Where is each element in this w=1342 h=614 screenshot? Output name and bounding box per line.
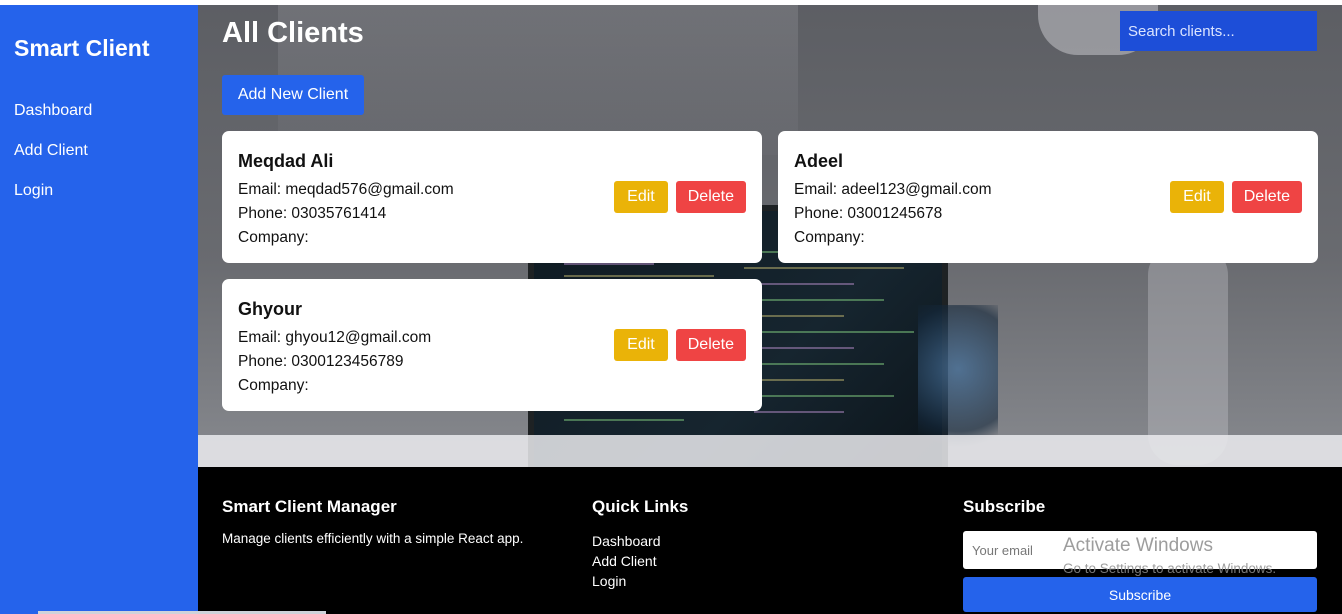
footer-link-dashboard[interactable]: Dashboard xyxy=(592,531,688,551)
footer-link-login[interactable]: Login xyxy=(592,571,688,591)
email-field[interactable] xyxy=(963,531,1317,569)
subscribe-button[interactable]: Subscribe xyxy=(963,577,1317,612)
page-title: All Clients xyxy=(222,17,364,49)
delete-button[interactable]: Delete xyxy=(1231,181,1302,213)
delete-button[interactable]: Delete xyxy=(675,329,746,361)
add-client-button[interactable]: Add New Client xyxy=(222,75,364,115)
client-name: Meqdad Ali xyxy=(238,151,334,171)
client-card: Adeel Email: adeel123@gmail.com Phone: 0… xyxy=(778,131,1318,263)
client-card: Meqdad Ali Email: meqdad576@gmail.com Ph… xyxy=(222,131,762,263)
footer: Smart Client Manager Manage clients effi… xyxy=(198,467,1342,614)
search-input[interactable] xyxy=(1120,11,1317,51)
main-content: All Clients Add New Client Meqdad Ali Em… xyxy=(198,5,1342,467)
client-card: Ghyour Email: ghyou12@gmail.com Phone: 0… xyxy=(222,279,762,411)
client-company: Company: xyxy=(238,377,309,394)
footer-about: Smart Client Manager Manage clients effi… xyxy=(222,497,523,546)
edit-button[interactable]: Edit xyxy=(1170,181,1224,213)
edit-button[interactable]: Edit xyxy=(614,329,668,361)
client-company: Company: xyxy=(238,229,309,246)
footer-link-add-client[interactable]: Add Client xyxy=(592,551,688,571)
footer-subscribe: Subscribe Subscribe xyxy=(963,497,1317,612)
footer-links-title: Quick Links xyxy=(592,497,689,516)
footer-about-text: Manage clients efficiently with a simple… xyxy=(222,531,524,546)
background-speaker xyxy=(1148,245,1228,465)
card-actions: Edit Delete xyxy=(1170,181,1302,213)
sidebar-item-dashboard[interactable]: Dashboard xyxy=(14,102,184,120)
brand-title: Smart Client xyxy=(14,35,150,61)
card-actions: Edit Delete xyxy=(614,329,746,361)
edit-button[interactable]: Edit xyxy=(614,181,668,213)
sidebar: Smart Client Dashboard Add Client Login xyxy=(0,5,198,614)
sidebar-item-add-client[interactable]: Add Client xyxy=(14,142,184,160)
card-actions: Edit Delete xyxy=(614,181,746,213)
sidebar-item-login[interactable]: Login xyxy=(14,182,184,200)
client-name: Ghyour xyxy=(238,299,303,319)
background-desk xyxy=(198,435,1342,467)
footer-subscribe-title: Subscribe xyxy=(963,497,1046,516)
client-company: Company: xyxy=(794,229,865,246)
footer-links: Quick Links Dashboard Add Client Login xyxy=(592,497,688,591)
footer-about-title: Smart Client Manager xyxy=(222,497,397,516)
client-name: Adeel xyxy=(794,151,844,171)
delete-button[interactable]: Delete xyxy=(675,181,746,213)
